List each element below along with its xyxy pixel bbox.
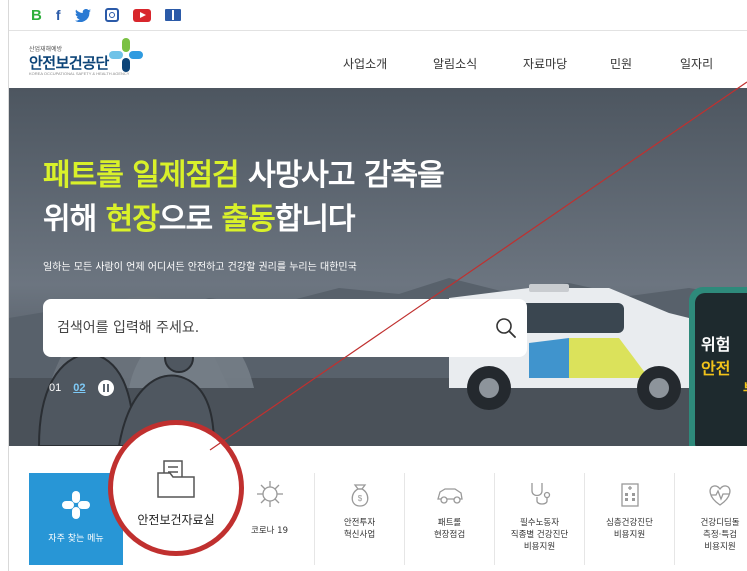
quick-item-label: 패트롤 현장점검	[433, 518, 466, 540]
search-icon[interactable]	[495, 317, 517, 339]
quick-item-patrol[interactable]: 패트롤 현장점검	[405, 473, 495, 565]
headline-highlight-1: 패트롤 일제점검	[43, 158, 240, 193]
nav-item-resources[interactable]: 자료마당	[523, 55, 567, 72]
stethoscope-icon	[530, 483, 550, 505]
side-banner[interactable]: 산 위험 안전 부	[689, 287, 747, 446]
money-bag-icon: $	[351, 484, 368, 507]
safety-archive-highlight[interactable]: 안전보건자료실	[108, 420, 244, 556]
quick-item-deep-checkup[interactable]: 심층건강진단 비용지원	[585, 473, 675, 565]
nav-item-jobs[interactable]: 일자리	[680, 55, 713, 72]
social-links: B f	[31, 6, 181, 24]
kosha-logo[interactable]: 산업재해예방 안전보건공단 KOREA OCCUPATIONAL SAFETY …	[29, 38, 159, 78]
svg-text:$: $	[357, 494, 362, 503]
book-icon[interactable]	[164, 9, 181, 21]
headline-line2-a: 위해	[43, 202, 106, 237]
page-frame: B f 산업재해예방 안전보건공단 KOREA OCCUPATIONAL SAF…	[8, 0, 747, 571]
side-banner-inner: 산 위험 안전 부	[695, 293, 747, 446]
heartbeat-icon	[709, 485, 731, 506]
nav-item-civil[interactable]: 민원	[610, 55, 632, 72]
headline-line2-b: 으로	[158, 202, 222, 237]
hero-subcopy: 일하는 모든 사람이 언제 어디서든 안전하고 건강할 권리를 누리는 대한민국	[43, 262, 357, 273]
quick-item-essential-workers[interactable]: 필수노동자 직종별 건강진단 비용지원	[495, 473, 585, 565]
youtube-icon[interactable]	[132, 8, 151, 22]
quick-item-health-stepping-stone[interactable]: 건강디딤돌 측정·특검 비용지원	[675, 473, 747, 565]
headline-highlight-2: 현장	[105, 202, 160, 237]
headline-highlight-3: 출동	[221, 202, 276, 237]
pager-item-2[interactable]: 02	[73, 382, 85, 394]
folder-document-icon	[157, 460, 195, 498]
pager-item-1[interactable]: 01	[49, 382, 61, 394]
instagram-icon[interactable]	[104, 8, 119, 22]
divider	[9, 30, 747, 31]
quick-item-label: 심층건강진단 비용지원	[606, 518, 653, 540]
search-input[interactable]	[57, 317, 477, 339]
quick-item-label: 필수노동자 직종별 건강진단 비용지원	[510, 518, 569, 552]
quick-item-label: 건강디딤돌 측정·특검 비용지원	[700, 518, 740, 552]
safety-archive-label: 안전보건자료실	[137, 513, 215, 527]
patrol-car-icon	[436, 488, 463, 504]
virus-icon	[256, 481, 283, 507]
quick-item-safety-investment[interactable]: $ 안전투자 혁신사업	[315, 473, 405, 565]
nav-item-news[interactable]: 알림소식	[433, 55, 477, 72]
logo-name: 안전보건공단	[29, 54, 109, 72]
pause-icon[interactable]	[97, 380, 114, 396]
cross-icon	[62, 491, 90, 519]
hero-pager: 01 02	[49, 380, 114, 396]
headline-line1: 사망사고 감축을	[238, 158, 445, 193]
hero-headline: 패트롤 일제점검 사망사고 감축을 위해 현장으로 출동합니다	[43, 154, 445, 242]
quick-item-label: 안전투자 혁신사업	[343, 518, 376, 540]
nav-item-about[interactable]: 사업소개	[343, 55, 387, 72]
blog-icon[interactable]: B	[31, 7, 42, 24]
search-box	[43, 299, 527, 357]
twitter-icon[interactable]	[74, 8, 91, 22]
hospital-icon	[620, 483, 639, 507]
logo-cross-icon	[109, 38, 143, 72]
side-text-2: 위험	[701, 335, 731, 354]
side-text-3: 안전	[701, 359, 731, 378]
frequent-menu-label: 자주 찾는 메뉴	[48, 534, 104, 544]
facebook-icon[interactable]: f	[56, 7, 61, 23]
side-text-4: 부	[743, 379, 747, 399]
headline-line2-c: 합니다	[274, 202, 356, 237]
